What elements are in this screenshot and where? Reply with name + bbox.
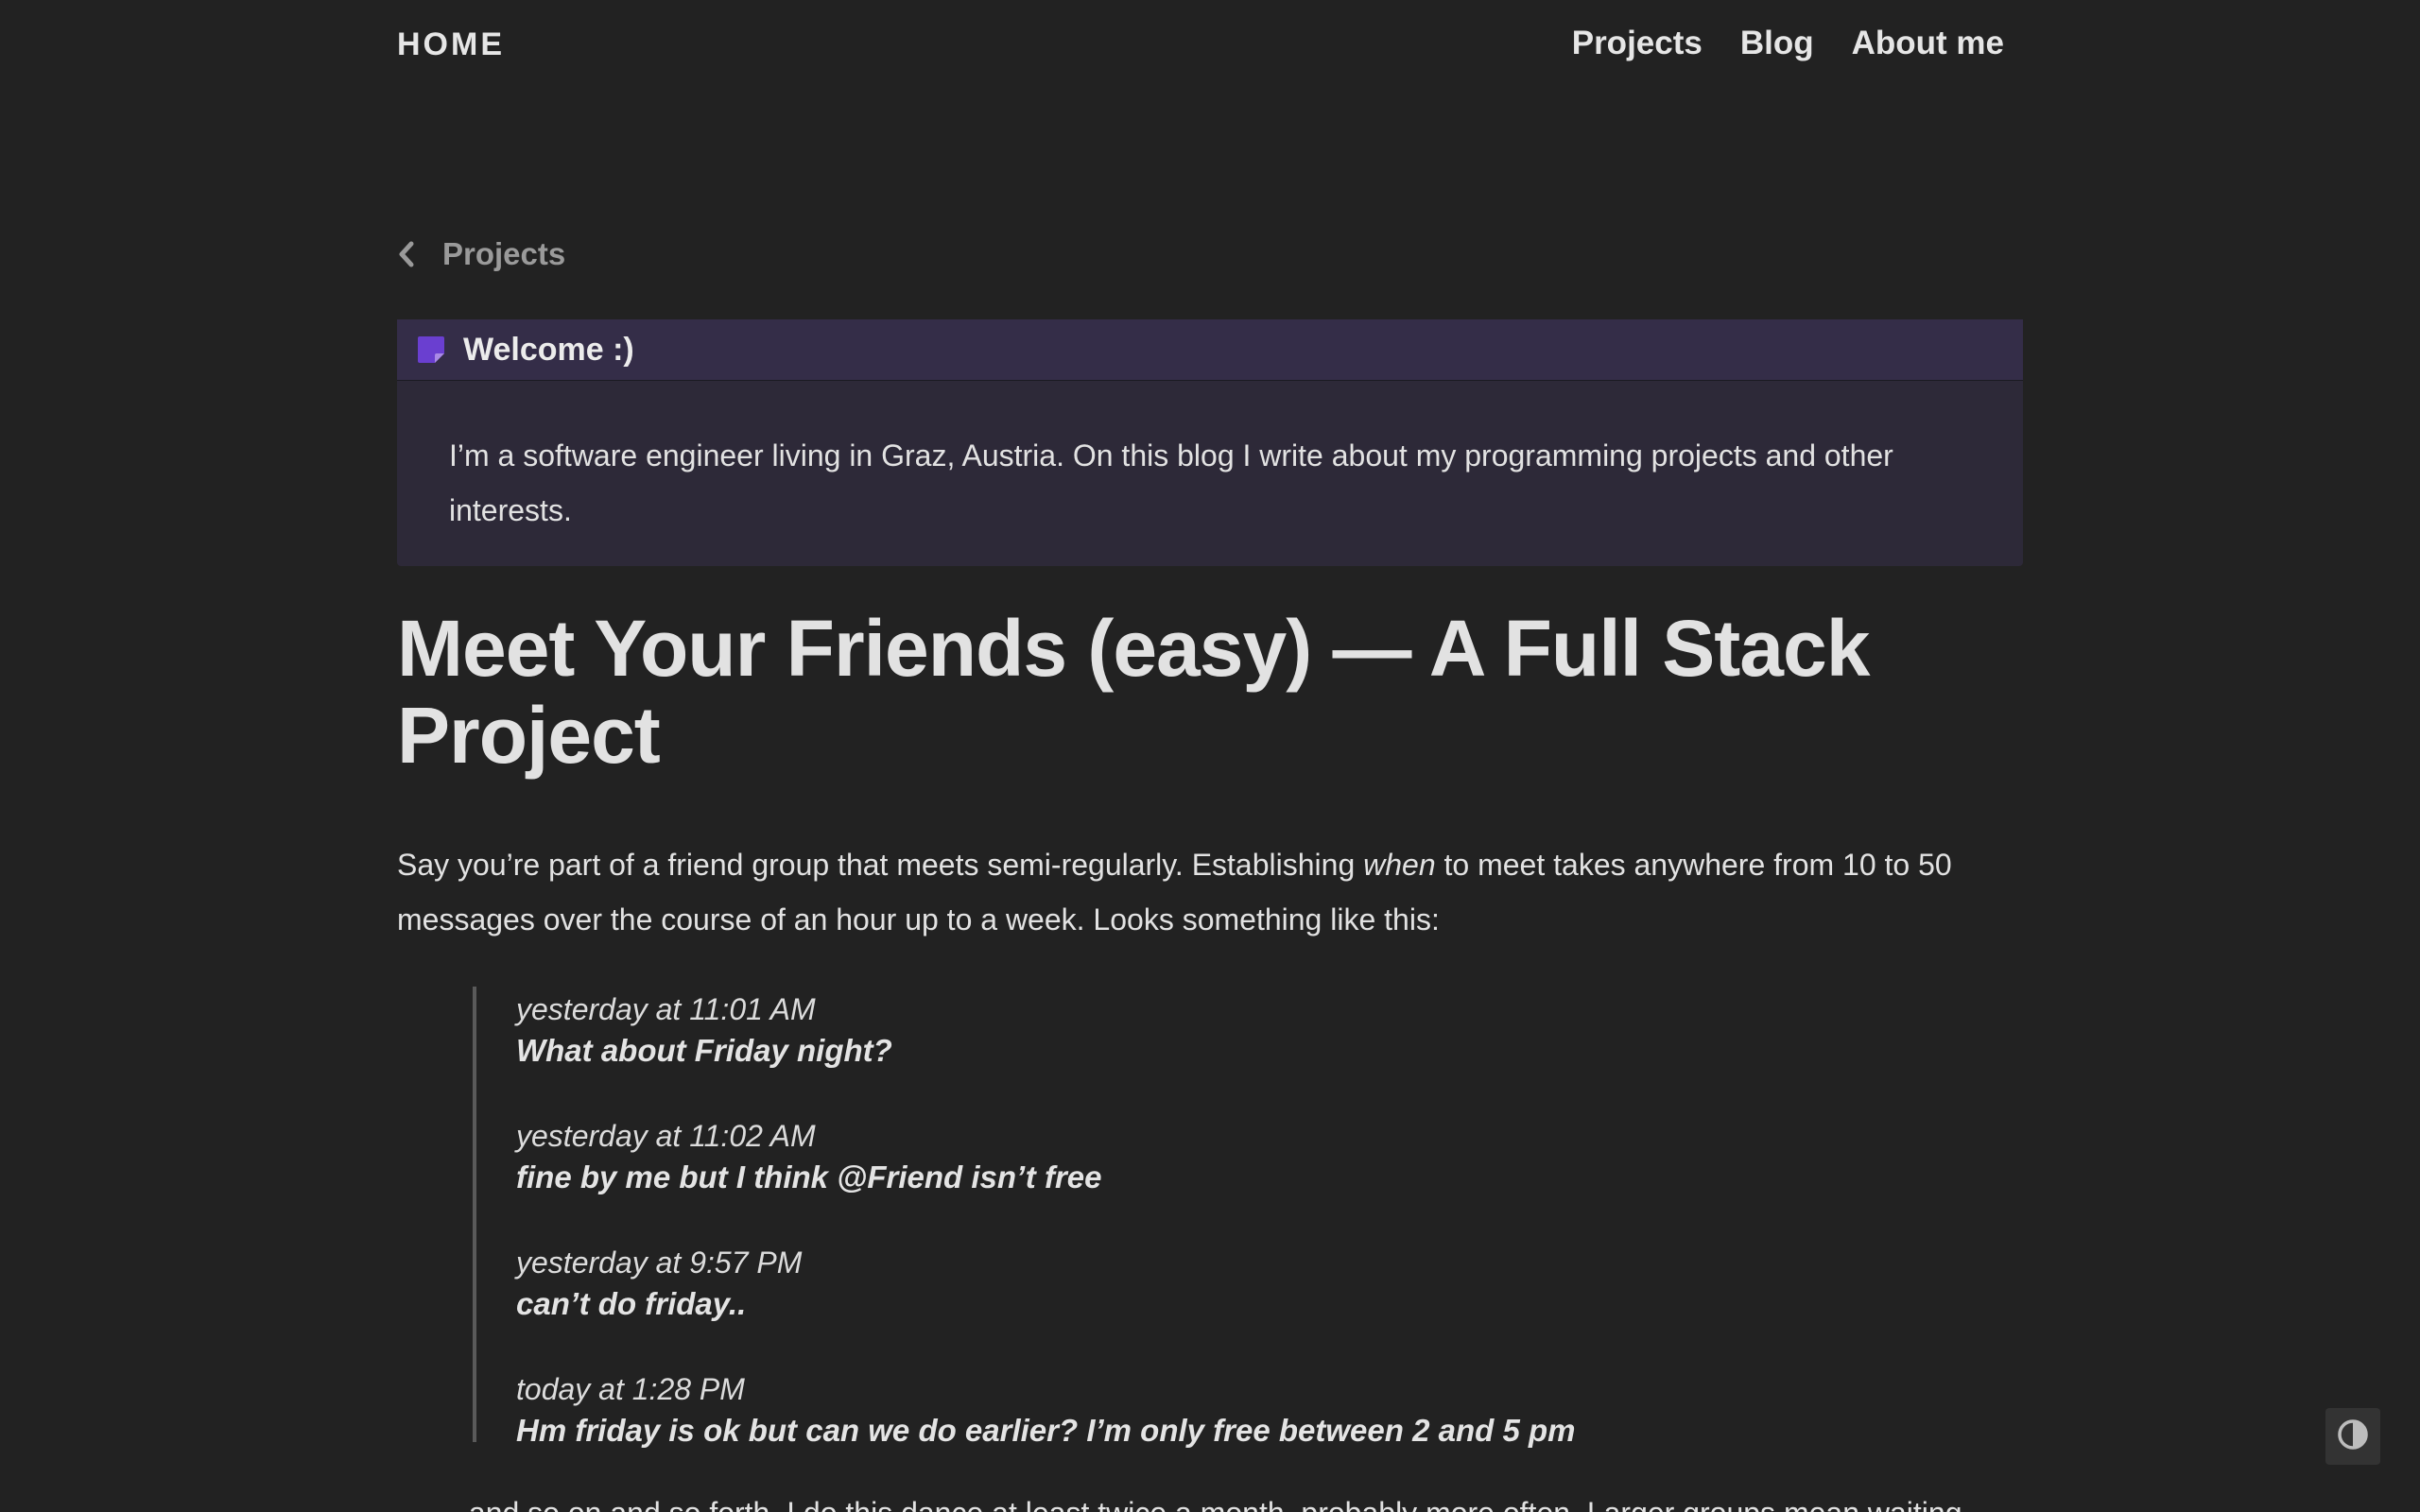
- message-text: fine by me but I think @Friend isn’t fre…: [516, 1160, 1102, 1194]
- intro-emphasis: when: [1363, 848, 1436, 882]
- nav-blog-link[interactable]: Blog: [1740, 25, 1814, 62]
- continuation-paragraph: … and so on and so forth. I do this danc…: [430, 1486, 2023, 1512]
- nav-about-link[interactable]: About me: [1852, 25, 2004, 62]
- intro-paragraph: Say you’re part of a friend group that m…: [397, 837, 2023, 947]
- chat-message: yesterday at 9:57 PM can’t do friday..: [516, 1240, 1985, 1325]
- message-timestamp: today at 1:28 PM: [516, 1372, 745, 1406]
- chat-message: yesterday at 11:01 AM What about Friday …: [516, 987, 1985, 1072]
- callout-header: Welcome :): [397, 319, 2023, 381]
- article-title: Meet Your Friends (easy) — A Full Stack …: [397, 604, 1870, 780]
- callout-body: I’m a software engineer living in Graz, …: [449, 438, 1893, 527]
- intro-text-before: Say you’re part of a friend group that m…: [397, 848, 1364, 882]
- note-icon: [418, 336, 444, 363]
- callout-title: Welcome :): [463, 331, 634, 368]
- chat-message: yesterday at 11:02 AM fine by me but I t…: [516, 1113, 1985, 1198]
- breadcrumb-projects-link[interactable]: Projects: [442, 236, 565, 272]
- message-timestamp: yesterday at 11:01 AM: [516, 992, 816, 1026]
- theme-toggle-button[interactable]: [2325, 1408, 2380, 1465]
- message-timestamp: yesterday at 11:02 AM: [516, 1119, 816, 1153]
- nav-projects-link[interactable]: Projects: [1572, 25, 1703, 62]
- breadcrumb: Projects: [397, 232, 2023, 276]
- page: HOME Projects Blog About me Projects Wel…: [0, 0, 2420, 1512]
- message-text: can’t do friday..: [516, 1286, 747, 1321]
- welcome-callout: Welcome :) I’m a software engineer livin…: [397, 319, 2023, 566]
- message-timestamp: yesterday at 9:57 PM: [516, 1246, 803, 1280]
- message-text: What about Friday night?: [516, 1033, 892, 1068]
- message-text: Hm friday is ok but can we do earlier? I…: [516, 1413, 1576, 1448]
- chevron-left-icon[interactable]: [397, 240, 416, 268]
- site-header: HOME Projects Blog About me: [397, 0, 2023, 94]
- chat-blockquote: yesterday at 11:01 AM What about Friday …: [473, 987, 1985, 1448]
- main-nav: Projects Blog About me: [1572, 25, 2004, 62]
- contrast-icon: [2337, 1418, 2369, 1455]
- home-link[interactable]: HOME: [397, 26, 505, 63]
- chat-message: today at 1:28 PM Hm friday is ok but can…: [516, 1366, 1985, 1452]
